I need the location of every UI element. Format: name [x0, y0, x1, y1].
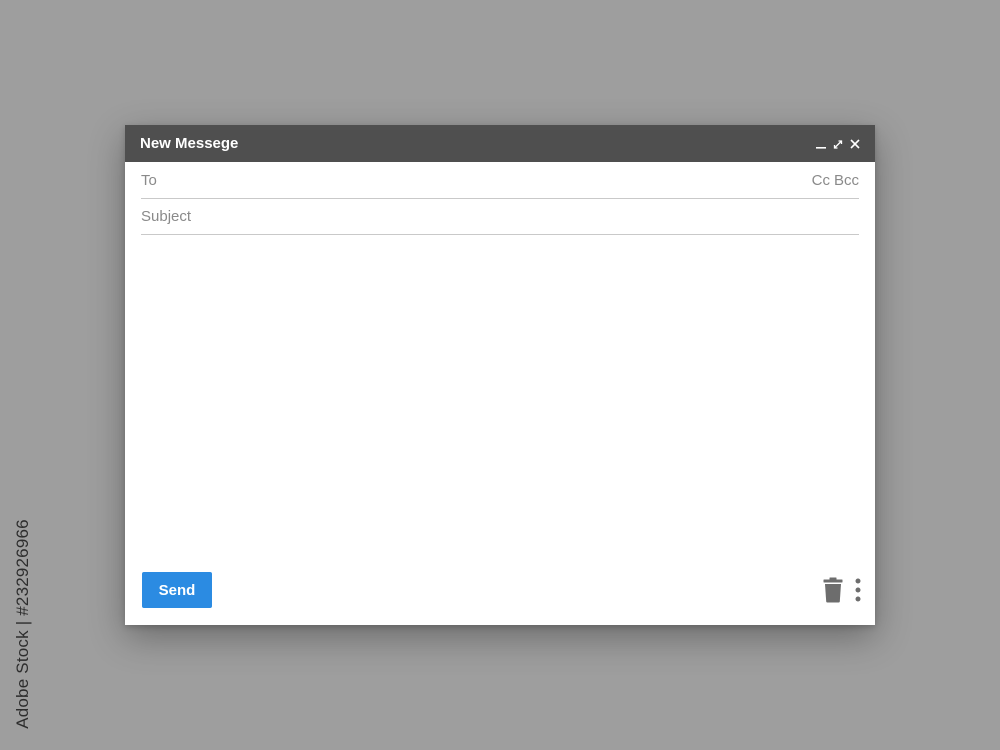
cc-link[interactable]: Cc	[812, 172, 830, 189]
close-button[interactable]	[849, 137, 861, 151]
message-body[interactable]	[141, 240, 859, 555]
stock-id-watermark: Adobe Stock | #232926966	[10, 508, 36, 740]
to-row: Cc Bcc	[141, 162, 859, 199]
cc-bcc-links: Cc Bcc	[812, 172, 859, 189]
more-vertical-icon	[855, 578, 861, 602]
more-options-button[interactable]	[855, 578, 861, 602]
minimize-button[interactable]	[815, 137, 827, 151]
minimize-icon	[816, 146, 826, 149]
expand-icon	[833, 139, 843, 149]
send-button[interactable]: Send	[142, 572, 212, 608]
to-field[interactable]	[141, 171, 812, 189]
trash-icon	[823, 577, 843, 603]
subject-field[interactable]	[141, 207, 859, 225]
window-title: New Messege	[140, 135, 239, 152]
compose-window: New Messege To Cc Bcc Subject Send	[125, 125, 875, 625]
title-bar: New Messege	[125, 125, 875, 162]
bcc-link[interactable]: Bcc	[834, 172, 859, 189]
delete-button[interactable]	[823, 577, 843, 603]
footer-actions	[823, 577, 861, 603]
subject-row	[141, 198, 859, 235]
window-controls	[815, 137, 861, 151]
expand-button[interactable]	[832, 137, 844, 151]
close-icon	[850, 138, 860, 149]
stock-id-text: Adobe Stock | #232926966	[13, 519, 33, 729]
